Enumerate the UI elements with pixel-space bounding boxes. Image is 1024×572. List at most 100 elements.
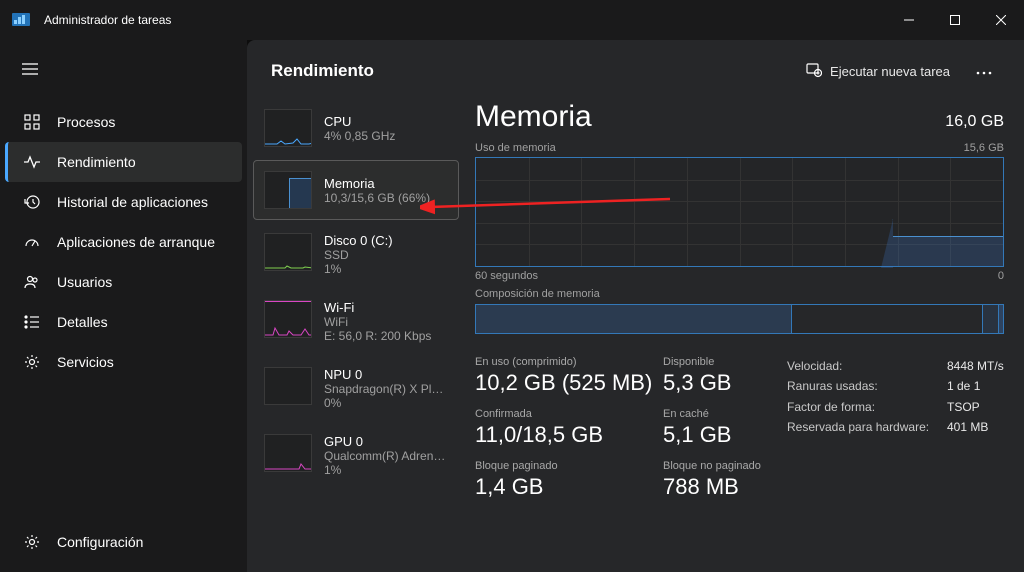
- nav-label: Servicios: [57, 354, 114, 370]
- nav-label: Usuarios: [57, 274, 112, 290]
- perf-item-npu[interactable]: NPU 0 Snapdragon(R) X Plus ... 0%: [253, 356, 459, 421]
- perf-stat: 1%: [324, 463, 448, 477]
- kv-val: 8448 MT/s: [947, 356, 1004, 376]
- nav-startup[interactable]: Aplicaciones de arranque: [0, 222, 247, 262]
- memory-usage-graph: [475, 157, 1004, 267]
- perf-name: NPU 0: [324, 367, 448, 382]
- pulse-icon: [23, 153, 41, 171]
- perf-item-gpu[interactable]: GPU 0 Qualcomm(R) Adreno... 1%: [253, 423, 459, 488]
- perf-stat: E: 56,0 R: 200 Kbps: [324, 329, 431, 343]
- titlebar: Administrador de tareas: [0, 0, 1024, 40]
- nav-label: Historial de aplicaciones: [57, 194, 208, 210]
- memory-specs: Velocidad:8448 MT/s Ranuras usadas:1 de …: [787, 356, 1004, 512]
- perf-item-wifi[interactable]: Wi-Fi WiFi E: 56,0 R: 200 Kbps: [253, 289, 459, 354]
- app-icon: [12, 11, 30, 29]
- stat-label: Bloque no paginado: [663, 460, 763, 472]
- stat-label: Disponible: [663, 356, 763, 368]
- disk-thumbnail: [264, 233, 312, 271]
- nav-settings[interactable]: Configuración: [0, 522, 247, 562]
- main-panel: Rendimiento Ejecutar nueva tarea CPU 4% …: [247, 40, 1024, 572]
- run-task-label: Ejecutar nueva tarea: [830, 64, 950, 79]
- settings-icon: [23, 533, 41, 551]
- nav-label: Procesos: [57, 114, 115, 130]
- nav-services[interactable]: Servicios: [0, 342, 247, 382]
- window-controls: [886, 0, 1024, 40]
- header: Rendimiento Ejecutar nueva tarea: [247, 40, 1024, 96]
- stat-value: 5,3 GB: [663, 370, 763, 396]
- nav-details[interactable]: Detalles: [0, 302, 247, 342]
- nav-label: Configuración: [57, 534, 143, 550]
- comp-label: Composición de memoria: [475, 288, 600, 300]
- perf-stat: 1%: [324, 262, 393, 276]
- nav-performance[interactable]: Rendimiento: [5, 142, 242, 182]
- run-task-button[interactable]: Ejecutar nueva tarea: [806, 62, 950, 81]
- stat-value: 10,2 GB (525 MB): [475, 370, 653, 396]
- perf-name: GPU 0: [324, 434, 448, 449]
- memory-composition-bar: [475, 304, 1004, 334]
- stat-value: 788 MB: [663, 474, 763, 500]
- kv-key: Velocidad:: [787, 356, 947, 376]
- kv-key: Ranuras usadas:: [787, 376, 947, 396]
- list-icon: [23, 313, 41, 331]
- stat-value: 11,0/18,5 GB: [475, 422, 653, 448]
- stat-label: Confirmada: [475, 408, 653, 420]
- window-title: Administrador de tareas: [44, 13, 886, 27]
- nav-history[interactable]: Historial de aplicaciones: [0, 182, 247, 222]
- minimize-button[interactable]: [886, 0, 932, 40]
- gauge-icon: [23, 233, 41, 251]
- detail-total: 16,0 GB: [945, 113, 1004, 131]
- perf-stat: 10,3/15,6 GB (66%): [324, 191, 430, 205]
- nav-processes[interactable]: Procesos: [0, 102, 247, 142]
- perf-stat: WiFi: [324, 315, 431, 329]
- wifi-thumbnail: [264, 300, 312, 338]
- usage-max: 15,6 GB: [964, 142, 1004, 154]
- hamburger-button[interactable]: [0, 52, 247, 90]
- memory-thumbnail: [264, 171, 312, 209]
- stat-label: En caché: [663, 408, 763, 420]
- nav-users[interactable]: Usuarios: [0, 262, 247, 302]
- kv-val: 401 MB: [947, 417, 988, 437]
- page-title: Rendimiento: [271, 61, 806, 81]
- kv-key: Reservada para hardware:: [787, 417, 947, 437]
- perf-stat: 0%: [324, 396, 448, 410]
- usage-label: Uso de memoria: [475, 142, 556, 154]
- gpu-thumbnail: [264, 434, 312, 472]
- perf-name: Memoria: [324, 176, 430, 191]
- stat-label: Bloque paginado: [475, 460, 653, 472]
- perf-name: Disco 0 (C:): [324, 233, 393, 248]
- x-left: 60 segundos: [475, 270, 538, 282]
- perf-name: Wi-Fi: [324, 300, 431, 315]
- npu-thumbnail: [264, 367, 312, 405]
- kv-key: Factor de forma:: [787, 397, 947, 417]
- stat-label: En uso (comprimido): [475, 356, 653, 368]
- history-icon: [23, 193, 41, 211]
- nav-label: Rendimiento: [57, 154, 136, 170]
- stat-value: 5,1 GB: [663, 422, 763, 448]
- gear-icon: [23, 353, 41, 371]
- users-icon: [23, 273, 41, 291]
- detail-panel: Memoria 16,0 GB Uso de memoria 15,6 GB 6…: [465, 96, 1024, 572]
- perf-item-cpu[interactable]: CPU 4% 0,85 GHz: [253, 98, 459, 158]
- performance-list: CPU 4% 0,85 GHz Memoria 10,3/15,6 GB (66…: [247, 96, 465, 572]
- detail-title: Memoria: [475, 100, 592, 134]
- perf-stat: Snapdragon(R) X Plus ...: [324, 382, 448, 396]
- sidebar: Procesos Rendimiento Historial de aplica…: [0, 40, 247, 572]
- stat-value: 1,4 GB: [475, 474, 653, 500]
- perf-stat: SSD: [324, 248, 393, 262]
- perf-item-disk[interactable]: Disco 0 (C:) SSD 1%: [253, 222, 459, 287]
- more-button[interactable]: [968, 58, 1000, 84]
- perf-stat: Qualcomm(R) Adreno...: [324, 449, 448, 463]
- kv-val: TSOP: [947, 397, 980, 417]
- perf-name: CPU: [324, 114, 395, 129]
- nav-label: Aplicaciones de arranque: [57, 234, 215, 250]
- close-button[interactable]: [978, 0, 1024, 40]
- perf-item-memory[interactable]: Memoria 10,3/15,6 GB (66%): [253, 160, 459, 220]
- maximize-button[interactable]: [932, 0, 978, 40]
- nav-label: Detalles: [57, 314, 108, 330]
- x-right: 0: [998, 270, 1004, 282]
- cpu-thumbnail: [264, 109, 312, 147]
- kv-val: 1 de 1: [947, 376, 980, 396]
- grid-icon: [23, 113, 41, 131]
- perf-stat: 4% 0,85 GHz: [324, 129, 395, 143]
- run-task-icon: [806, 62, 822, 81]
